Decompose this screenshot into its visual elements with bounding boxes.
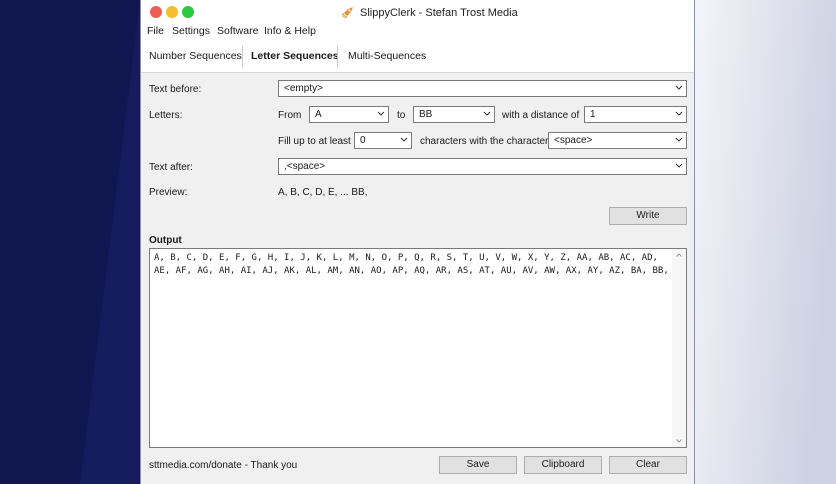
window-title: SlippyClerk - Stefan Trost Media xyxy=(341,6,518,19)
chevron-down-icon xyxy=(377,111,385,116)
text-before-value: <empty> xyxy=(284,83,323,94)
tab-number-sequences[interactable]: Number Sequences xyxy=(149,50,242,62)
text-after-select[interactable]: ,<space> xyxy=(278,158,687,175)
close-window-button[interactable] xyxy=(150,6,162,18)
chevron-down-icon[interactable] xyxy=(676,439,682,443)
text-after-value: ,<space> xyxy=(284,161,326,172)
tab-divider xyxy=(242,46,243,68)
from-label: From xyxy=(278,110,302,121)
menu-info-help[interactable]: Info & Help xyxy=(264,25,316,37)
distance-select[interactable]: 1 xyxy=(584,106,687,123)
window-title-text: SlippyClerk - Stefan Trost Media xyxy=(360,6,518,19)
menu-bar: File Settings Software Info & Help xyxy=(141,24,694,40)
preview-label: Preview: xyxy=(149,187,188,198)
output-scrollbar[interactable] xyxy=(672,249,686,447)
text-before-select[interactable]: <empty> xyxy=(278,80,687,97)
letters-label: Letters: xyxy=(149,110,183,121)
char-label: characters with the character xyxy=(420,136,549,147)
app-window: SlippyClerk - Stefan Trost Media File Se… xyxy=(140,0,695,484)
menu-software[interactable]: Software xyxy=(217,25,258,37)
donate-link[interactable]: sttmedia.com/donate - Thank you xyxy=(149,460,297,471)
to-value: BB xyxy=(419,109,433,120)
text-after-label: Text after: xyxy=(149,162,193,173)
chevron-up-icon[interactable] xyxy=(676,253,682,257)
save-button[interactable]: Save xyxy=(439,456,517,474)
chevron-down-icon xyxy=(675,137,683,142)
to-select[interactable]: BB xyxy=(413,106,495,123)
text-before-label: Text before: xyxy=(149,84,202,95)
tab-letter-sequences[interactable]: Letter Sequences xyxy=(251,50,339,62)
fill-label: Fill up to at least xyxy=(278,136,351,147)
title-bar: SlippyClerk - Stefan Trost Media xyxy=(141,0,694,24)
fill-value: 0 xyxy=(360,135,366,146)
char-select[interactable]: <space> xyxy=(548,132,687,149)
from-select[interactable]: A xyxy=(309,106,389,123)
from-value: A xyxy=(315,109,322,120)
write-button[interactable]: Write xyxy=(609,207,687,225)
tab-divider xyxy=(337,46,338,68)
output-textarea[interactable]: A, B, C, D, E, F, G, H, I, J, K, L, M, N… xyxy=(149,248,687,448)
tab-bar: Number Sequences Letter Sequences Multi-… xyxy=(141,40,694,73)
clear-button[interactable]: Clear xyxy=(609,456,687,474)
chevron-down-icon xyxy=(675,85,683,90)
output-label: Output xyxy=(149,235,182,246)
maximize-window-button[interactable] xyxy=(182,6,194,18)
char-value: <space> xyxy=(554,135,593,146)
distance-value: 1 xyxy=(590,109,596,120)
minimize-window-button[interactable] xyxy=(166,6,178,18)
chevron-down-icon xyxy=(400,137,408,142)
output-text: A, B, C, D, E, F, G, H, I, J, K, L, M, N… xyxy=(154,253,669,276)
rocket-icon xyxy=(342,7,353,18)
fill-select[interactable]: 0 xyxy=(354,132,412,149)
to-label: to xyxy=(397,110,406,121)
tab-multi-sequences[interactable]: Multi-Sequences xyxy=(348,50,426,62)
chevron-down-icon xyxy=(483,111,491,116)
chevron-down-icon xyxy=(675,111,683,116)
preview-value: A, B, C, D, E, ... BB, xyxy=(278,187,368,198)
menu-file[interactable]: File xyxy=(147,25,164,37)
chevron-down-icon xyxy=(675,163,683,168)
distance-label: with a distance of xyxy=(502,110,580,121)
clipboard-button[interactable]: Clipboard xyxy=(524,456,602,474)
menu-settings[interactable]: Settings xyxy=(172,25,210,37)
